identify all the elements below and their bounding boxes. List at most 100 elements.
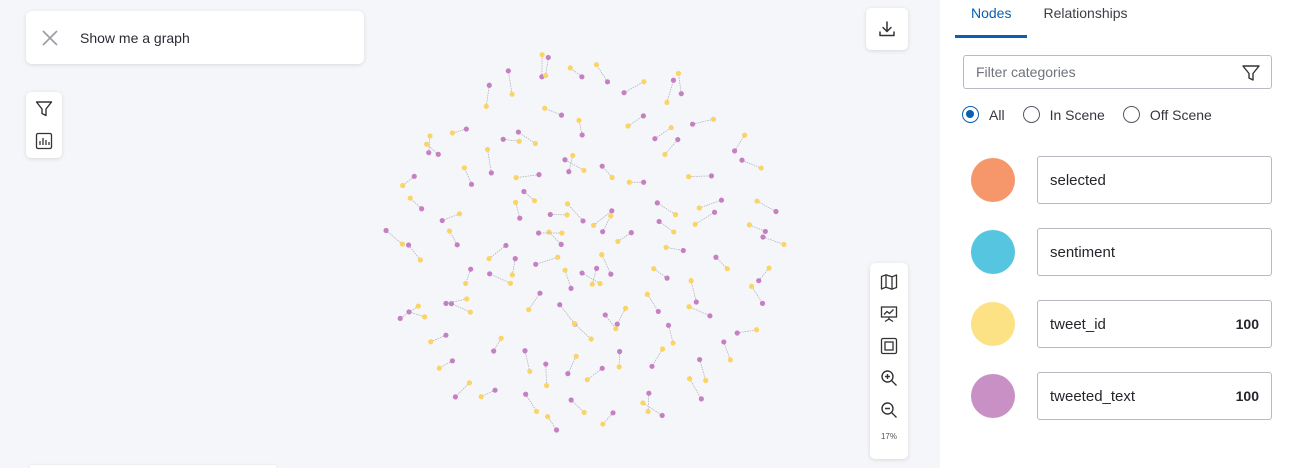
tweeted-text-node[interactable] — [557, 302, 563, 308]
category-name-field[interactable]: selected — [1037, 156, 1272, 204]
tweet-id-node[interactable] — [463, 280, 469, 287]
category-color-swatch[interactable] — [971, 230, 1015, 274]
tweeted-text-node[interactable] — [500, 136, 506, 142]
tweeted-text-node[interactable] — [435, 151, 441, 157]
tweet-id-node[interactable] — [686, 304, 692, 310]
tweeted-text-node[interactable] — [762, 228, 768, 235]
tweet-id-node[interactable] — [660, 346, 666, 352]
graph-edge[interactable] — [528, 292, 541, 310]
tweeted-text-node[interactable] — [579, 74, 585, 80]
tweeted-text-node[interactable] — [426, 150, 432, 156]
radio-in-scene[interactable]: In Scene — [1022, 106, 1105, 123]
graph-visualization[interactable] — [0, 0, 938, 468]
tweet-id-node[interactable] — [626, 179, 632, 185]
tweeted-text-node[interactable] — [697, 356, 703, 363]
tweet-id-node[interactable] — [664, 99, 670, 105]
tweet-id-node[interactable] — [446, 228, 453, 234]
tweeted-text-node[interactable] — [397, 315, 403, 322]
tweet-id-node[interactable] — [753, 327, 760, 333]
tweet-id-node[interactable] — [484, 146, 491, 153]
tweeted-text-node[interactable] — [439, 217, 445, 224]
tweeted-text-node[interactable] — [579, 132, 585, 138]
tweet-id-node[interactable] — [748, 283, 755, 289]
tweet-id-node[interactable] — [746, 222, 753, 228]
tweeted-text-node[interactable] — [491, 348, 497, 354]
tweet-id-node[interactable] — [754, 198, 760, 204]
graph-edge[interactable] — [524, 350, 531, 372]
graph-edge[interactable] — [593, 210, 613, 226]
tweeted-text-node[interactable] — [558, 112, 565, 118]
tweet-id-node[interactable] — [415, 303, 421, 309]
tweeted-text-node[interactable] — [711, 209, 718, 215]
tweet-id-node[interactable] — [686, 173, 692, 180]
tweet-id-node[interactable] — [539, 52, 545, 58]
tweeted-text-node[interactable] — [545, 54, 551, 61]
tweet-id-node[interactable] — [615, 238, 621, 245]
tweeted-text-node[interactable] — [580, 218, 586, 224]
tweet-id-node[interactable] — [527, 368, 533, 375]
tweet-id-node[interactable] — [692, 221, 698, 227]
tweeted-text-node[interactable] — [558, 241, 564, 248]
tweet-id-node[interactable] — [589, 281, 595, 287]
tweeted-text-node[interactable] — [655, 308, 661, 315]
tweet-id-node[interactable] — [531, 198, 538, 204]
close-query-button[interactable] — [26, 11, 74, 64]
tweeted-text-node[interactable] — [419, 206, 425, 212]
graph-edge[interactable] — [723, 341, 731, 361]
tweet-id-node[interactable] — [593, 62, 600, 68]
tweet-id-node[interactable] — [564, 212, 570, 218]
tweeted-text-node[interactable] — [566, 169, 572, 175]
tweet-id-node[interactable] — [671, 229, 677, 235]
graph-edge[interactable] — [545, 364, 547, 386]
graph-edge[interactable] — [464, 167, 472, 185]
tweeted-text-node[interactable] — [579, 270, 585, 276]
graph-edge[interactable] — [688, 175, 712, 177]
graph-edge[interactable] — [651, 348, 663, 367]
tweet-id-node[interactable] — [562, 267, 568, 273]
tweet-id-node[interactable] — [758, 165, 764, 171]
zoom-out-button[interactable] — [875, 394, 903, 426]
tweeted-text-node[interactable] — [537, 290, 543, 296]
graph-edge[interactable] — [658, 221, 674, 233]
tweeted-text-node[interactable] — [488, 170, 494, 176]
tweet-id-node[interactable] — [597, 281, 603, 287]
tweet-id-node[interactable] — [663, 244, 669, 250]
tweet-id-node[interactable] — [427, 133, 433, 139]
graph-edge[interactable] — [734, 135, 745, 152]
tweet-id-node[interactable] — [710, 116, 717, 122]
tweeted-text-node[interactable] — [665, 322, 672, 328]
tweeted-text-node[interactable] — [543, 361, 549, 367]
tweeted-text-node[interactable] — [553, 427, 560, 433]
tweet-id-node[interactable] — [581, 167, 587, 173]
graph-edge[interactable] — [567, 356, 577, 374]
tweet-id-node[interactable] — [464, 296, 470, 302]
tweeted-text-node[interactable] — [689, 121, 696, 127]
presentation-button[interactable] — [875, 298, 903, 330]
tweet-id-node[interactable] — [651, 266, 657, 272]
graph-edge[interactable] — [756, 200, 777, 212]
tweet-id-node[interactable] — [599, 252, 605, 258]
graph-edge[interactable] — [602, 215, 612, 232]
graph-edge[interactable] — [567, 203, 584, 222]
tweet-id-node[interactable] — [625, 123, 631, 129]
tweeted-text-node[interactable] — [678, 91, 684, 97]
tab-relationships[interactable]: Relationships — [1027, 0, 1143, 38]
zoom-in-button[interactable] — [875, 362, 903, 394]
tweeted-text-node[interactable] — [521, 188, 527, 195]
graph-edge[interactable] — [570, 399, 585, 413]
tweeted-text-node[interactable] — [568, 397, 574, 403]
tweet-id-node[interactable] — [616, 364, 622, 370]
tweet-id-node[interactable] — [498, 335, 504, 341]
tweeted-text-node[interactable] — [707, 313, 713, 319]
tweeted-text-node[interactable] — [562, 157, 568, 163]
fit-to-screen-button[interactable] — [875, 330, 903, 362]
tweet-id-node[interactable] — [622, 305, 629, 311]
tweet-id-node[interactable] — [670, 340, 676, 346]
graph-edge[interactable] — [666, 247, 684, 251]
graph-edge[interactable] — [489, 273, 511, 284]
tweet-id-node[interactable] — [486, 256, 492, 262]
tweeted-text-node[interactable] — [708, 173, 715, 179]
tweeted-text-node[interactable] — [565, 371, 571, 377]
tweet-id-node[interactable] — [532, 140, 538, 147]
tweet-id-node[interactable] — [727, 357, 733, 363]
